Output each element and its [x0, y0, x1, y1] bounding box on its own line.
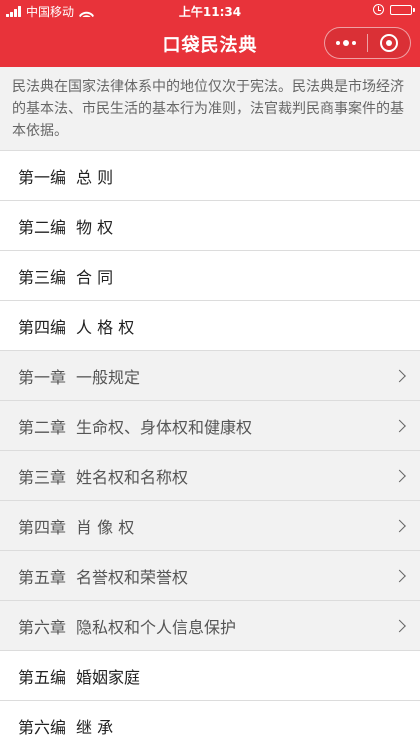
item-number: 第二编 — [18, 217, 67, 237]
item-title: 隐私权和个人信息保护 — [76, 617, 237, 637]
close-mini-program-button[interactable] — [368, 28, 410, 58]
item-title: 名誉权和荣誉权 — [76, 567, 189, 587]
item-number: 第三章 — [18, 467, 67, 487]
status-right — [373, 4, 415, 15]
chevron-right-icon — [393, 619, 406, 632]
battery-icon — [390, 4, 415, 15]
chevron-right-icon — [393, 569, 406, 582]
item-number: 第四章 — [18, 517, 67, 537]
chapter-item[interactable]: 第五章 名誉权和荣誉权 — [0, 551, 420, 601]
chapter-item[interactable]: 第一章 一般规定 — [0, 351, 420, 401]
item-number: 第四编 — [18, 317, 67, 337]
chapter-item[interactable]: 第三章 姓名权和名称权 — [0, 451, 420, 501]
item-title: 继 承 — [76, 717, 114, 737]
app-header: 中国移动 上午11:34 口袋民法典 — [0, 0, 420, 67]
part-item[interactable]: 第二编物 权 — [0, 201, 420, 251]
item-title: 肖 像 权 — [76, 517, 135, 537]
navbar: 口袋民法典 — [0, 22, 420, 67]
more-dots-icon — [336, 40, 356, 46]
item-title: 姓名权和名称权 — [76, 467, 189, 487]
item-title: 人 格 权 — [76, 317, 135, 337]
item-number: 第三编 — [18, 267, 67, 287]
alarm-icon — [373, 4, 384, 15]
item-title: 总 则 — [76, 167, 114, 187]
chevron-right-icon — [393, 519, 406, 532]
chevron-right-icon — [393, 419, 406, 432]
chevron-right-icon — [393, 469, 406, 482]
item-number: 第六章 — [18, 617, 67, 637]
item-title: 一般规定 — [76, 367, 141, 387]
intro-text: 民法典在国家法律体系中的地位仅次于宪法。民法典是市场经济的基本法、市民生活的基本… — [0, 67, 420, 151]
part-item[interactable]: 第三编合 同 — [0, 251, 420, 301]
status-bar: 中国移动 上午11:34 — [0, 0, 420, 22]
status-time: 上午11:34 — [178, 5, 242, 19]
chapter-item[interactable]: 第四章肖 像 权 — [0, 501, 420, 551]
part-item[interactable]: 第四编人 格 权 — [0, 301, 420, 351]
item-number: 第五编 — [18, 667, 67, 687]
chapter-item[interactable]: 第二章 生命权、身体权和健康权 — [0, 401, 420, 451]
item-title: 合 同 — [76, 267, 114, 287]
part-item[interactable]: 第六编继 承 — [0, 701, 420, 747]
part-item[interactable]: 第五编 婚姻家庭 — [0, 651, 420, 701]
more-button[interactable] — [325, 28, 367, 58]
item-number: 第二章 — [18, 417, 67, 437]
chapter-item[interactable]: 第六章 隐私权和个人信息保护 — [0, 601, 420, 651]
item-title: 婚姻家庭 — [76, 667, 141, 687]
item-title: 生命权、身体权和健康权 — [76, 417, 253, 437]
item-number: 第六编 — [18, 717, 67, 737]
chevron-right-icon — [393, 369, 406, 382]
exit-target-icon — [380, 34, 398, 52]
item-number: 第一编 — [18, 167, 67, 187]
toc-list: 第一编总 则第二编物 权第三编合 同第四编人 格 权第一章 一般规定 第二章 生命权、… — [0, 151, 420, 747]
mini-program-capsule — [324, 27, 411, 59]
item-title: 物 权 — [76, 217, 114, 237]
item-number: 第五章 — [18, 567, 67, 587]
part-item[interactable]: 第一编总 则 — [0, 151, 420, 201]
item-number: 第一章 — [18, 367, 67, 387]
